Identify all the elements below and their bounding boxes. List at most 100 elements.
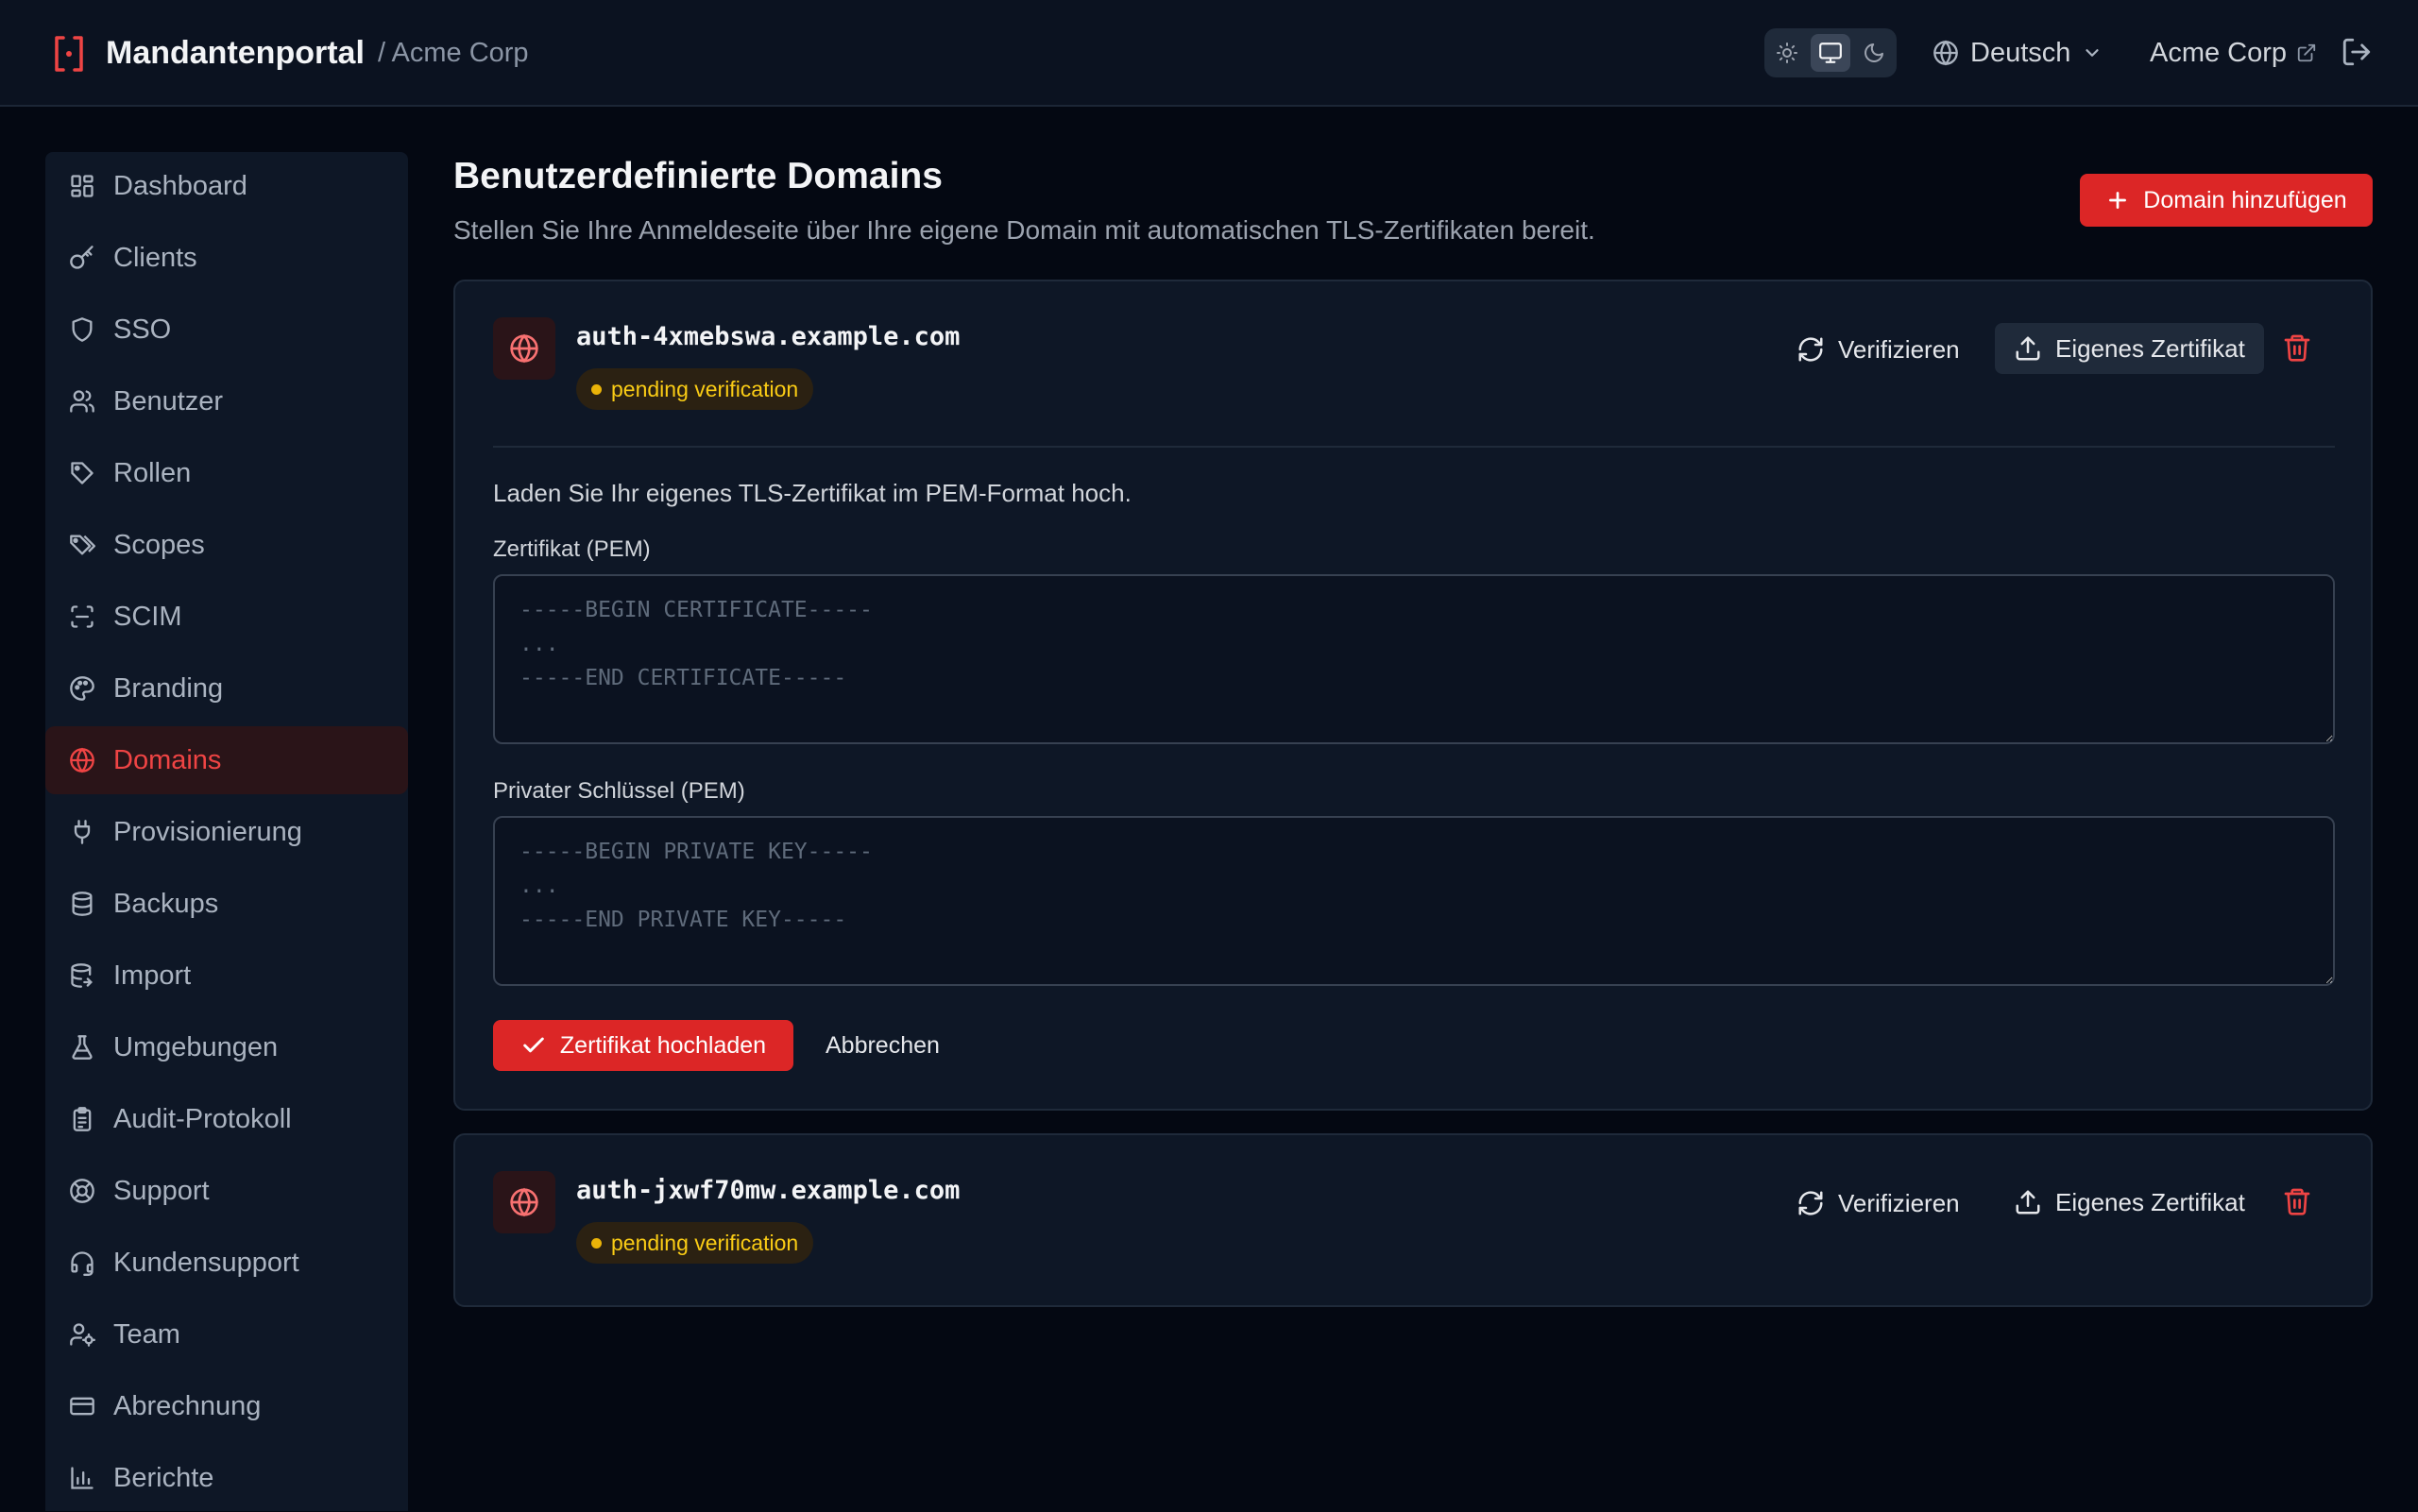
theme-light-button[interactable]: [1767, 34, 1807, 72]
bar-chart-icon: [68, 1464, 96, 1492]
upload-certificate-label: Zertifikat hochladen: [559, 1031, 767, 1059]
status-label: pending verification: [611, 376, 799, 401]
user-cog-icon: [68, 1320, 96, 1349]
add-domain-button[interactable]: Domain hinzufügen: [2080, 174, 2373, 227]
upload-icon: [2014, 334, 2042, 363]
delete-domain-button[interactable]: [2282, 332, 2312, 363]
sidebar-item-kundensupport[interactable]: Kundensupport: [45, 1229, 408, 1297]
page-subtitle: Stellen Sie Ihre Anmeldeseite über Ihre …: [453, 215, 1595, 245]
sidebar-item-backups[interactable]: Backups: [45, 870, 408, 938]
database-icon: [68, 890, 96, 918]
dashboard-icon: [68, 172, 96, 200]
refresh-icon: [1796, 335, 1825, 364]
top-bar: Mandantenportal / Acme Corp Deutsch Acme…: [0, 0, 2418, 107]
clipboard-icon: [68, 1105, 96, 1133]
sidebar-item-provisionierung[interactable]: Provisionierung: [45, 798, 408, 866]
domain-globe-icon: [493, 317, 555, 380]
upload-icon: [2014, 1188, 2042, 1216]
tag-icon: [68, 459, 96, 487]
status-dot-icon: [591, 383, 602, 395]
logout-button[interactable]: [2341, 36, 2373, 68]
custom-certificate-button[interactable]: Eigenes Zertifikat: [1995, 323, 2264, 374]
sidebar-item-sso[interactable]: SSO: [45, 296, 408, 364]
trash-icon: [2282, 1186, 2312, 1216]
cancel-button[interactable]: Abbrechen: [810, 1020, 955, 1071]
sidebar-item-berichte[interactable]: Berichte: [45, 1444, 408, 1512]
upload-certificate-button[interactable]: Zertifikat hochladen: [493, 1020, 793, 1071]
cancel-label: Abbrechen: [826, 1031, 940, 1059]
verify-label: Verifizieren: [1838, 334, 1960, 364]
sidebar-item-label: Audit-Protokoll: [113, 1103, 292, 1134]
sidebar-item-clients[interactable]: Clients: [45, 224, 408, 292]
theme-switcher: [1764, 28, 1897, 77]
chevron-down-icon: [2082, 42, 2103, 63]
theme-dark-button[interactable]: [1854, 34, 1894, 72]
sun-icon: [1776, 42, 1798, 64]
sidebar-item-dashboard[interactable]: Dashboard: [45, 152, 408, 220]
theme-system-button[interactable]: [1811, 34, 1850, 72]
card-divider: [493, 446, 2335, 448]
status-badge: pending verification: [576, 1222, 814, 1264]
verify-button[interactable]: Verifizieren: [1787, 325, 1969, 374]
scan-icon: [68, 603, 96, 631]
life-buoy-icon: [68, 1177, 96, 1205]
sidebar-item-label: Scopes: [113, 529, 205, 560]
database-import-icon: [68, 961, 96, 990]
key-icon: [68, 244, 96, 272]
monitor-icon: [1818, 41, 1843, 65]
private-key-pem-input[interactable]: [493, 816, 2335, 986]
certificate-pem-input[interactable]: [493, 574, 2335, 744]
moon-icon: [1863, 42, 1885, 64]
sidebar-item-label: Berichte: [113, 1462, 214, 1493]
sidebar-item-abrechnung[interactable]: Abrechnung: [45, 1372, 408, 1440]
status-badge: pending verification: [576, 368, 814, 410]
custom-certificate-button[interactable]: Eigenes Zertifikat: [1995, 1177, 2264, 1228]
sidebar-item-import[interactable]: Import: [45, 942, 408, 1010]
sidebar-item-benutzer[interactable]: Benutzer: [45, 367, 408, 435]
sidebar-item-label: Umgebungen: [113, 1031, 279, 1062]
sidebar-item-label: Backups: [113, 888, 219, 919]
sidebar-item-audit-protokoll[interactable]: Audit-Protokoll: [45, 1085, 408, 1153]
tenant-breadcrumb: / Acme Corp: [378, 38, 529, 68]
credit-card-icon: [68, 1392, 96, 1420]
sidebar-item-label: Rollen: [113, 457, 192, 488]
sidebar-item-scim[interactable]: SCIM: [45, 583, 408, 651]
sidebar-item-umgebungen[interactable]: Umgebungen: [45, 1013, 408, 1081]
custom-certificate-label: Eigenes Zertifikat: [2055, 333, 2245, 363]
refresh-icon: [1796, 1189, 1825, 1217]
app-title[interactable]: Mandantenportal: [106, 32, 365, 74]
brand-logo-icon: [53, 35, 85, 73]
tenant-external-link[interactable]: Acme Corp: [2150, 28, 2317, 77]
verify-label: Verifizieren: [1838, 1188, 1960, 1217]
sidebar-item-label: Domains: [113, 744, 222, 775]
verify-button[interactable]: Verifizieren: [1787, 1179, 1969, 1228]
sidebar-item-rollen[interactable]: Rollen: [45, 439, 408, 507]
sidebar-item-label: SCIM: [113, 601, 182, 632]
sidebar-item-label: Support: [113, 1175, 210, 1206]
language-selector[interactable]: Deutsch: [1933, 28, 2103, 77]
sidebar-item-scopes[interactable]: Scopes: [45, 511, 408, 579]
domain-card: auth-4xmebswa.example.com pending verifi…: [453, 280, 2373, 1111]
sidebar-item-label: Branding: [113, 672, 224, 704]
status-dot-icon: [591, 1237, 602, 1249]
delete-domain-button[interactable]: [2282, 1186, 2312, 1216]
tags-icon: [68, 531, 96, 559]
page-title: Benutzerdefinierte Domains: [453, 156, 943, 196]
status-label: pending verification: [611, 1230, 799, 1255]
headset-icon: [68, 1249, 96, 1277]
sidebar-item-branding[interactable]: Branding: [45, 654, 408, 722]
private-key-label: Privater Schlüssel (PEM): [493, 778, 745, 804]
domain-card: auth-jxwf70mw.example.com pending verifi…: [453, 1133, 2373, 1307]
sidebar-item-label: Import: [113, 960, 192, 991]
check-icon: [520, 1032, 547, 1059]
trash-icon: [2282, 332, 2312, 363]
domain-name: auth-4xmebswa.example.com: [576, 322, 961, 351]
upload-intro-text: Laden Sie Ihr eigenes TLS-Zertifikat im …: [493, 479, 1132, 507]
sidebar-item-domains[interactable]: Domains: [45, 726, 408, 794]
domain-name: auth-jxwf70mw.example.com: [576, 1176, 961, 1205]
sidebar-item-team[interactable]: Team: [45, 1300, 408, 1368]
add-domain-label: Domain hinzufügen: [2143, 186, 2347, 213]
language-label: Deutsch: [1970, 37, 2071, 68]
sidebar-item-support[interactable]: Support: [45, 1157, 408, 1225]
sidebar-item-label: Team: [113, 1318, 180, 1350]
